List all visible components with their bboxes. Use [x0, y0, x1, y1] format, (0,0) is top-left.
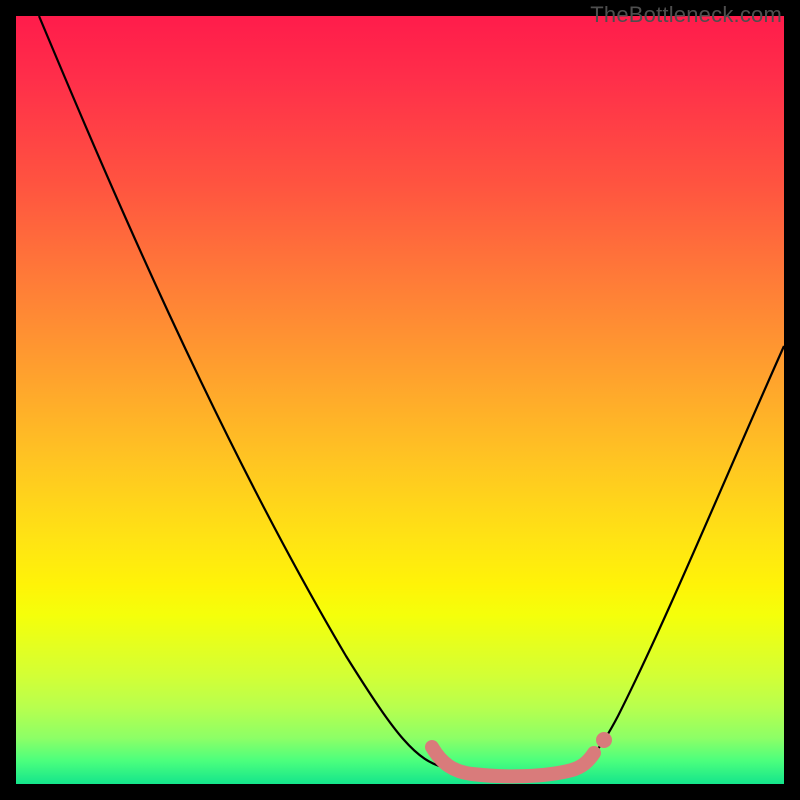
curve-layer	[16, 16, 784, 784]
floor-marker-end-dot	[596, 732, 612, 748]
outer-frame: TheBottleneck.com	[0, 0, 800, 800]
gradient-plot-area	[16, 16, 784, 784]
bottleneck-curve	[39, 16, 784, 772]
floor-marker	[432, 747, 594, 776]
watermark-text: TheBottleneck.com	[590, 2, 782, 28]
